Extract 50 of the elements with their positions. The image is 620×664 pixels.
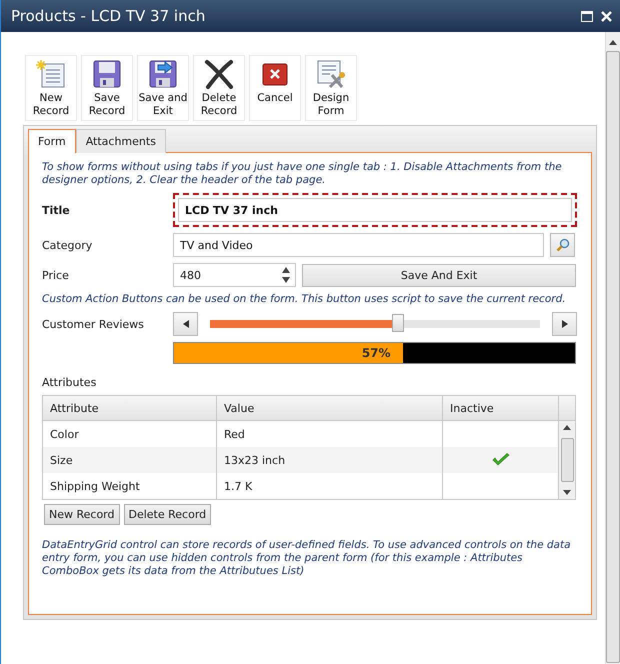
scrollbar[interactable] bbox=[559, 421, 575, 499]
column-header[interactable]: Attribute bbox=[43, 396, 217, 420]
field-label: Price bbox=[42, 268, 70, 282]
spinner-arrows-icon[interactable] bbox=[281, 266, 291, 284]
column-header[interactable]: Value bbox=[217, 396, 443, 420]
cross-icon bbox=[204, 59, 234, 89]
right-arrow-icon bbox=[562, 320, 568, 328]
tab[interactable]: Attachments bbox=[76, 129, 166, 153]
progress-reading: 57% bbox=[362, 346, 392, 360]
tab[interactable]: Form bbox=[28, 129, 76, 153]
search-button[interactable] bbox=[550, 233, 575, 257]
scroll-up-icon[interactable] bbox=[609, 40, 617, 45]
toolbar-button[interactable]: Save Record bbox=[81, 55, 133, 121]
document-icon bbox=[36, 59, 66, 89]
checkmark-icon bbox=[492, 453, 510, 467]
form-tools-icon bbox=[316, 59, 346, 89]
slider-thumb[interactable] bbox=[392, 314, 404, 332]
left-arrow-icon bbox=[182, 320, 188, 328]
maximize-icon[interactable] bbox=[581, 10, 593, 22]
category-field[interactable]: TV and Video bbox=[173, 233, 544, 257]
column-header[interactable]: Inactive bbox=[443, 396, 559, 420]
scroll-down-icon[interactable] bbox=[563, 490, 571, 495]
toolbar-button[interactable]: New Record bbox=[25, 55, 77, 121]
toolbar-button[interactable]: Design Form bbox=[305, 55, 357, 121]
help-text: Custom Action Buttons can be used on the form. This button uses script to save the current record. bbox=[42, 293, 567, 306]
window-title: Products - LCD TV 37 inch bbox=[11, 7, 206, 25]
scroll-up-icon[interactable] bbox=[563, 425, 571, 430]
slider-right-button[interactable] bbox=[552, 312, 577, 336]
table-cell: 13x23 inch bbox=[217, 447, 443, 473]
section-label: Attributes bbox=[42, 376, 98, 389]
table-cell: Shipping Weight bbox=[43, 473, 217, 499]
table-cell: Size bbox=[43, 447, 217, 473]
field-label: Category bbox=[42, 238, 94, 252]
toolbar-button[interactable]: Cancel bbox=[249, 55, 301, 121]
title-field[interactable]: LCD TV 37 inch bbox=[178, 198, 572, 222]
field-label: Customer Reviews bbox=[42, 318, 145, 330]
close-icon[interactable] bbox=[601, 10, 612, 22]
save-and-exit-button[interactable]: Save And Exit bbox=[302, 264, 576, 286]
scrollbar[interactable] bbox=[605, 32, 620, 664]
search-icon bbox=[556, 238, 570, 252]
toolbar-button[interactable]: Save and Exit bbox=[137, 55, 189, 121]
field-label: Title bbox=[42, 204, 71, 216]
table-cell: 1.7 K bbox=[217, 473, 443, 499]
grid-button[interactable]: Delete Record bbox=[124, 504, 212, 525]
grid-button[interactable]: New Record bbox=[44, 504, 120, 525]
help-text: To show forms without using tabs if you just have one single tab : 1. Disable Attachments from the designer options, 2. Clear the header of the tab page. bbox=[42, 161, 563, 187]
slider-left-button[interactable] bbox=[173, 312, 198, 336]
help-text: DataEntryGrid control can store records of user-defined fields. To use advanced controls on the data entry form, you can use hidden controls from the parent form (for this example : Attributes ComboBox gets its data from the Attributues List) bbox=[42, 539, 572, 578]
price-spinner[interactable]: 480 bbox=[173, 263, 296, 287]
toolbar-button[interactable]: Delete Record bbox=[193, 55, 245, 121]
